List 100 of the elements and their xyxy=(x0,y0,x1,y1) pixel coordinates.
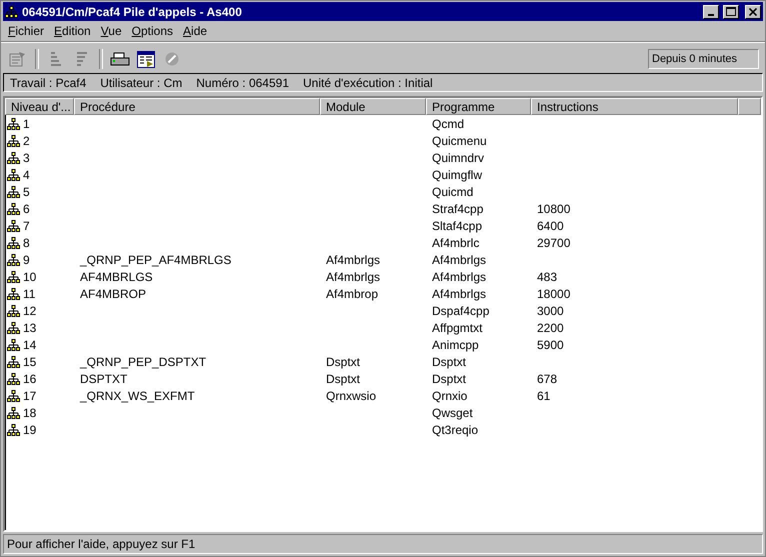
maximize-icon xyxy=(726,7,736,16)
table-cell-text: Qcmd xyxy=(431,116,464,130)
close-icon xyxy=(749,8,757,16)
table-cell-text: 10800 xyxy=(536,202,570,216)
menu-item[interactable]: Edition xyxy=(49,24,96,38)
table-cell: 18 xyxy=(23,406,36,420)
table-cell-text: 6400 xyxy=(536,218,564,232)
table-cell-text: Qrnxwsio xyxy=(325,388,376,402)
hierarchy-icon xyxy=(7,338,20,350)
table-cell: 3 xyxy=(23,150,30,164)
hierarchy-icon xyxy=(7,424,20,436)
table-cell-text: Quimndrv xyxy=(431,150,484,164)
table-cell-text: 18000 xyxy=(536,286,570,300)
table-cell-text: Dsptxt xyxy=(431,354,466,368)
table-cell: 6 xyxy=(23,202,30,216)
minimize-button[interactable] xyxy=(703,4,719,18)
table-cell-text: 61 xyxy=(536,388,550,402)
properties-icon xyxy=(9,51,27,67)
table-view-icon xyxy=(137,50,155,68)
table-cell-text: Qt3reqio xyxy=(431,422,478,436)
menu-item[interactable]: Options xyxy=(126,24,178,38)
table-cell: 12 xyxy=(23,304,36,318)
status-text: Pour afficher l'aide, appuyez sur F1 xyxy=(7,537,196,551)
column-header[interactable]: Programme xyxy=(426,98,531,115)
info-text: Numéro : 064591 xyxy=(196,76,289,90)
hierarchy-icon xyxy=(7,202,20,214)
table-cell-text: Animcpp xyxy=(431,338,479,352)
table-cell-text: Sltaf4cpp xyxy=(431,218,482,232)
table-cell: 1 xyxy=(23,116,30,130)
hierarchy-icon xyxy=(7,134,20,146)
column-header[interactable]: Instructions xyxy=(531,98,738,115)
stop-icon xyxy=(164,51,180,67)
table-cell-text: 2200 xyxy=(536,320,564,334)
menu-item[interactable]: Vue xyxy=(96,24,127,38)
close-button[interactable] xyxy=(745,4,761,18)
table-cell: 10 xyxy=(23,270,36,284)
table-cell-text: Af4mbrlgs xyxy=(325,270,380,284)
table-cell: 9 xyxy=(23,252,30,266)
hierarchy-icon xyxy=(7,118,20,130)
table-cell-text: AF4MBROP xyxy=(79,286,146,300)
table-cell-text: Af4mbrlgs xyxy=(431,252,486,266)
table-cell-text: 5900 xyxy=(536,338,564,352)
table-cell-text: Dsptxt xyxy=(325,372,360,386)
table-cell-text: Dsptxt xyxy=(325,354,360,368)
hierarchy-icon xyxy=(7,254,20,266)
column-header[interactable]: Procédure xyxy=(74,98,320,115)
printer-icon xyxy=(110,51,130,67)
sort-descending-icon xyxy=(75,51,89,67)
table-cell-text: Af4mbrlgs xyxy=(431,270,486,284)
table-cell: 11 xyxy=(23,286,36,300)
table-cell-text: Quicmenu xyxy=(431,134,487,148)
toolbar-button[interactable] xyxy=(135,48,157,70)
hierarchy-icon xyxy=(7,152,20,164)
hierarchy-icon xyxy=(7,390,20,402)
minimize-icon xyxy=(708,14,714,16)
sort-ascending-icon xyxy=(49,51,63,67)
hierarchy-icon xyxy=(7,220,20,232)
table-cell-text: Quicmd xyxy=(431,184,474,198)
table-cell: 15 xyxy=(23,354,36,368)
table-cell-text: _QRNX_WS_EXFMT xyxy=(78,388,195,402)
hierarchy-icon xyxy=(7,304,20,316)
table-cell: 13 xyxy=(23,320,36,334)
menu-item[interactable]: Fichier xyxy=(3,24,50,38)
table-cell-text: _QRNP_PEP_AF4MBRLGS xyxy=(78,252,232,266)
app-icon xyxy=(5,6,18,18)
hierarchy-icon xyxy=(7,288,20,300)
table-cell-text: 3000 xyxy=(536,304,564,318)
column-header[interactable]: Niveau d'... xyxy=(5,98,74,115)
table-cell: 7 xyxy=(23,218,30,232)
table-cell-text: Affpgmtxt xyxy=(431,320,482,334)
table-cell-text: _QRNP_PEP_DSPTXT xyxy=(78,354,206,368)
hierarchy-icon xyxy=(7,168,20,180)
table-cell: 8 xyxy=(23,236,30,250)
hierarchy-icon xyxy=(7,356,20,368)
table-cell-text: AF4MBRLGS xyxy=(79,270,153,284)
hierarchy-icon xyxy=(7,406,20,418)
menu-item[interactable]: Aide xyxy=(178,24,212,38)
table-cell-text: DSPTXT xyxy=(79,372,128,386)
hierarchy-icon xyxy=(7,186,20,198)
info-text: Unité d'exécution : Initial xyxy=(303,76,433,90)
elapsed-time: Depuis 0 minutes xyxy=(648,49,759,69)
table-cell: 19 xyxy=(23,422,36,436)
table-cell-text: Af4mbrlgs xyxy=(431,286,486,300)
table-cell: 17 xyxy=(23,388,36,402)
table-cell-text: Qrnxio xyxy=(431,388,468,402)
info-text: Travail : Pcaf4 xyxy=(10,76,86,90)
info-text: Utilisateur : Cm xyxy=(100,76,182,90)
table-cell-text: Af4mbrlc xyxy=(431,236,480,250)
maximize-button[interactable] xyxy=(723,4,739,18)
table-cell-text: 483 xyxy=(536,270,558,284)
column-header[interactable]: Module xyxy=(320,98,426,115)
table-cell-text: Straf4cpp xyxy=(431,202,484,216)
table-cell-text: Dsptxt xyxy=(431,372,466,386)
table-cell: 14 xyxy=(23,338,36,352)
table-cell-text: Qwsget xyxy=(431,406,473,420)
table-cell: 16 xyxy=(23,372,36,386)
table-cell: 4 xyxy=(23,168,30,182)
hierarchy-icon xyxy=(7,322,20,334)
table-cell-text: Dspaf4cpp xyxy=(431,304,490,318)
hierarchy-icon xyxy=(7,372,20,384)
